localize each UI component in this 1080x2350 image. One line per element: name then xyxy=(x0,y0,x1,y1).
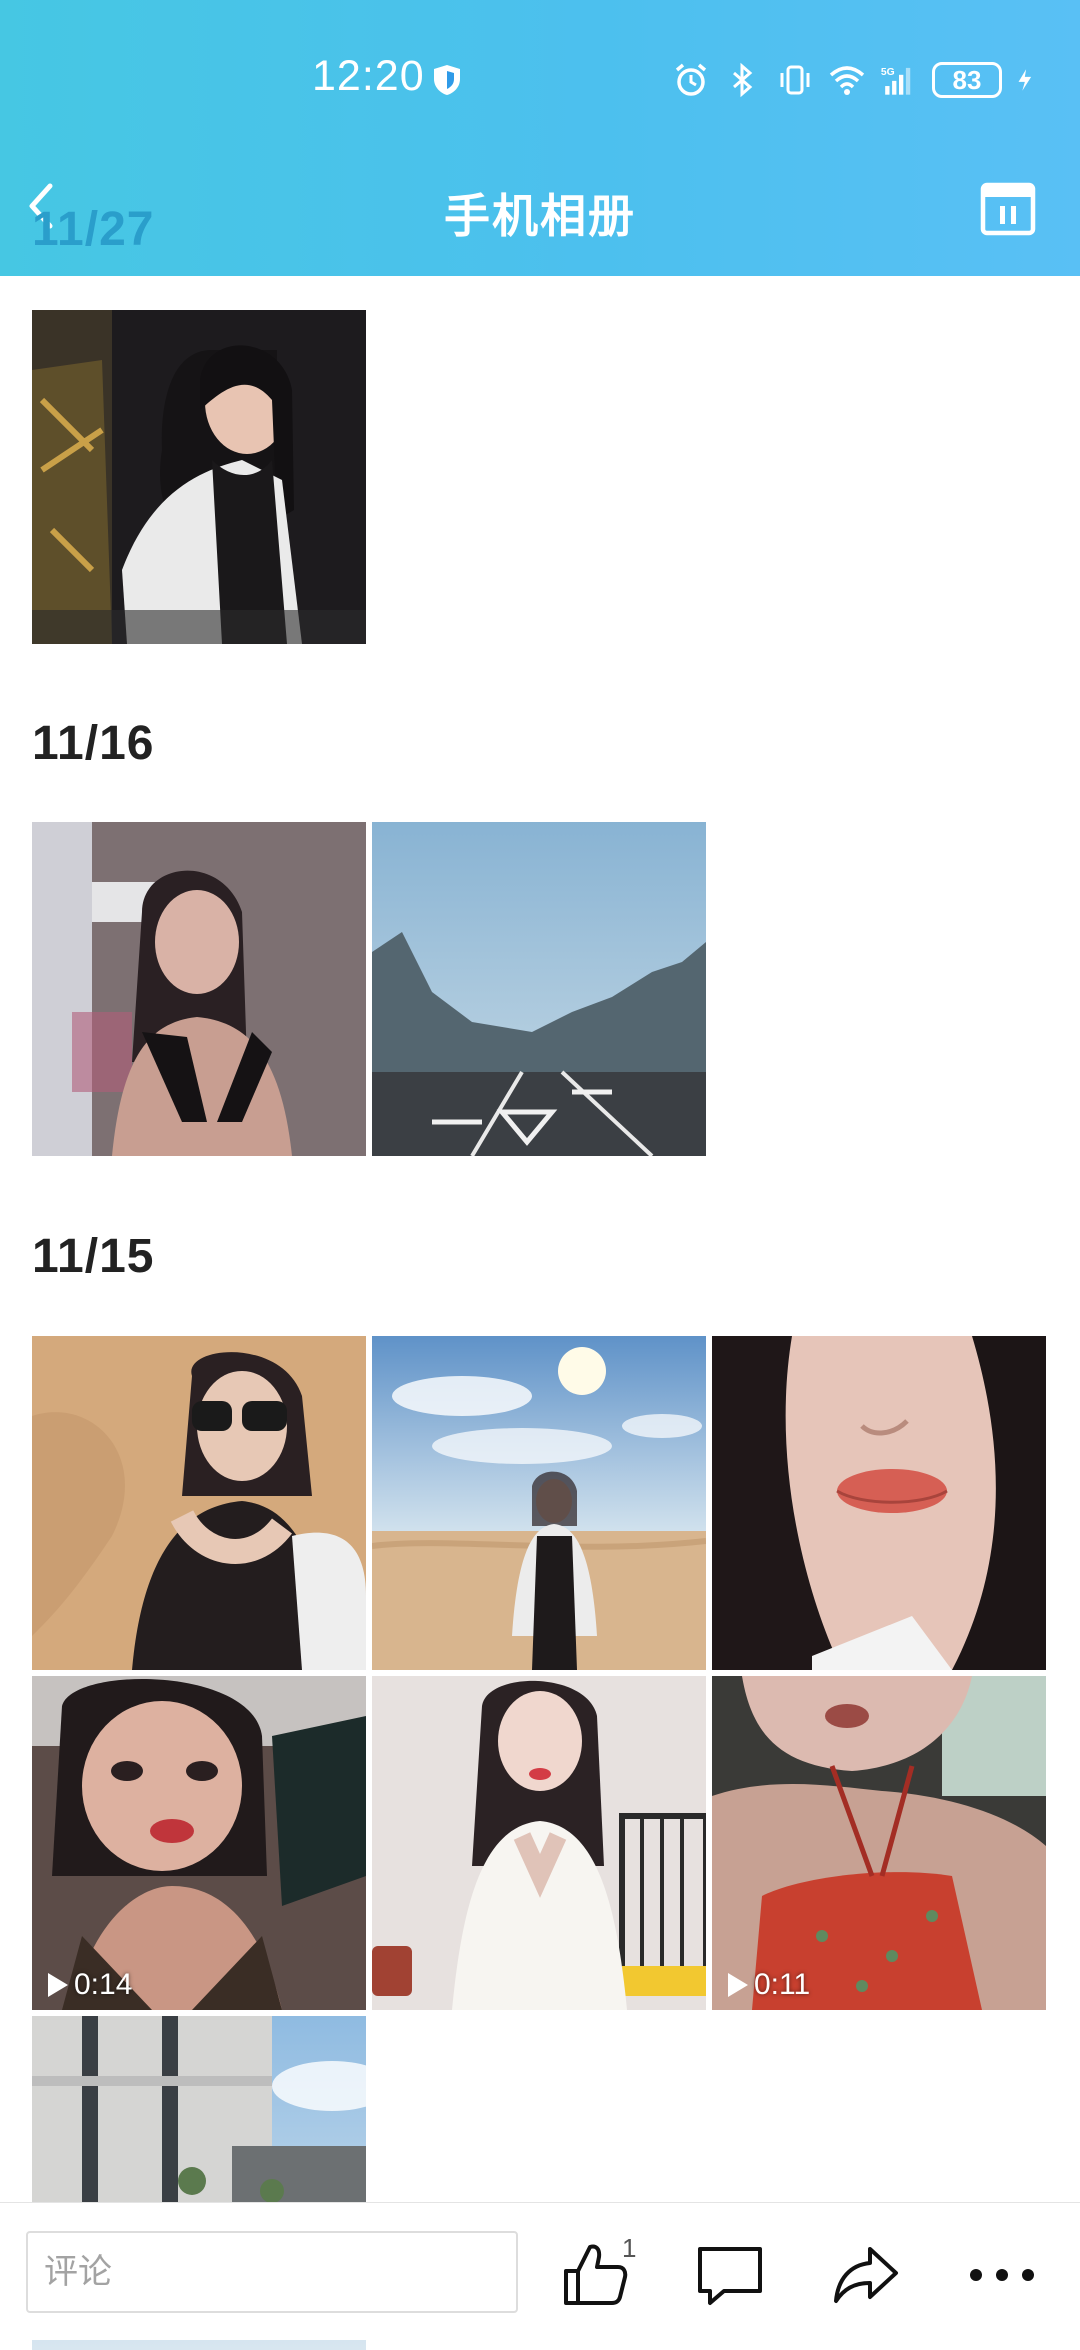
photo-thumbnail[interactable] xyxy=(32,1336,366,1670)
like-count: 1 xyxy=(622,2233,637,2263)
play-icon xyxy=(728,1973,748,1997)
photo-thumbnail[interactable]: 0:14 xyxy=(32,1676,366,2010)
wifi-icon xyxy=(829,66,865,95)
network-type-label: 5G xyxy=(881,67,895,78)
play-icon xyxy=(48,1973,68,1997)
photo-thumbnail[interactable] xyxy=(372,1676,706,2010)
section-date-heading: 11/16 xyxy=(32,717,155,770)
photo-desert-standing xyxy=(372,1336,706,1670)
cellular-signal-icon: 5G xyxy=(881,67,911,95)
battery-indicator: 83 xyxy=(932,62,1002,98)
photo-thumbnail[interactable] xyxy=(712,1336,1046,1670)
bluetooth-icon xyxy=(733,62,753,98)
comment-input[interactable] xyxy=(26,2231,518,2313)
photo-thumbnail[interactable] xyxy=(32,310,366,644)
calendar-icon[interactable] xyxy=(980,180,1036,236)
photo-closeup-face xyxy=(712,1336,1046,1670)
charging-icon xyxy=(1018,69,1032,91)
app-header: 12:20 5G 83 11/27 手机相册 xyxy=(0,0,1080,276)
photo-highway-mountains xyxy=(372,822,706,1156)
page-title: 手机相册 xyxy=(444,190,636,242)
vibrate-icon xyxy=(780,65,810,95)
section-date-heading: 11/15 xyxy=(32,1230,155,1283)
video-duration-badge: 0:14 xyxy=(46,1968,132,2002)
photo-closeup-red-top xyxy=(712,1676,1046,2010)
photo-selfie-bedroom xyxy=(32,1676,366,2010)
security-shield-icon xyxy=(434,65,460,95)
photo-portrait-room xyxy=(32,822,366,1156)
photo-thumbnail[interactable] xyxy=(32,822,366,1156)
bottom-action-bar: 1 xyxy=(0,2202,1080,2340)
photo-white-dress xyxy=(372,1676,706,2010)
comment-icon[interactable] xyxy=(694,2239,766,2311)
photo-portrait-car xyxy=(32,310,366,644)
photo-desert-sunglasses xyxy=(32,1336,366,1670)
video-duration-label: 0:14 xyxy=(74,1968,133,2001)
share-icon[interactable] xyxy=(830,2239,902,2311)
photo-thumbnail[interactable]: 0:11 xyxy=(712,1676,1046,2010)
video-duration-badge: 0:11 xyxy=(726,1968,810,2002)
more-options-icon[interactable] xyxy=(966,2239,1038,2311)
photo-thumbnail[interactable] xyxy=(372,1336,706,1670)
video-duration-label: 0:11 xyxy=(754,1968,811,2001)
status-time: 12:20 xyxy=(312,52,425,100)
status-icons: 5G 83 xyxy=(672,58,1040,102)
alarm-icon xyxy=(675,63,707,96)
photo-thumbnail[interactable] xyxy=(372,822,706,1156)
